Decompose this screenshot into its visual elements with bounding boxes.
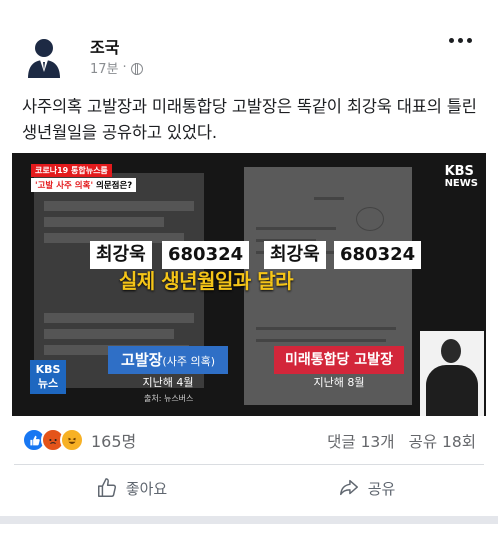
share-label: 공유 [367,479,396,498]
author-name[interactable]: 조국 [90,34,119,58]
kbs-bug-top: KBS [35,363,61,376]
sign-language-interpreter [420,331,484,416]
left-caption-main: 고발장 [121,351,163,369]
avatar[interactable] [18,32,70,84]
reaction-count: 165명 [91,432,137,451]
reaction-summary[interactable]: 165명 [22,428,136,452]
news-program-tag: 코로나19 통합뉴스룸 [31,164,112,177]
engagement-stats: 댓글 13개 공유 18회 [327,430,476,452]
left-caption-paren: (사주 의혹) [162,355,215,368]
share-arrow-icon [339,479,358,496]
like-label: 좋아요 [125,479,168,498]
share-button[interactable]: 공유 [249,468,484,508]
divider [14,464,484,465]
post-meta: 17분 · [90,58,143,77]
news-subtitle: '고발 사주 의혹' 의문점은? [31,178,137,192]
more-dot-icon [467,38,472,43]
kbs-news-logo: KBS NEWS [444,164,478,190]
more-dot-icon [449,38,454,43]
video-source: 출처: 뉴스버스 [144,394,194,403]
left-caption: 고발장(사주 의혹) [108,346,228,374]
right-birthdate-label: 680324 [334,241,422,269]
more-options-button[interactable] [449,38,472,43]
facebook-post: 조국 17분 · 사주의혹 고발장과 미래통합당 고발장은 똑같이 최강욱 대표… [0,0,498,550]
right-caption: 미래통합당 고발장 [274,346,404,374]
meta-separator: · [122,60,127,75]
video-thumbnail[interactable]: 코로나19 통합뉴스룸 '고발 사주 의혹' 의문점은? KBS NEWS 최강… [12,153,486,416]
news-subtitle-highlight: '고발 사주 의혹' [35,181,94,191]
like-button[interactable]: 좋아요 [14,468,249,508]
feed-separator [0,516,498,524]
share-count-link[interactable]: 공유 18회 [409,430,476,452]
right-caption-date: 지난해 8월 [313,376,365,389]
comment-count-link[interactable]: 댓글 13개 [327,430,394,452]
kbs-logo-bottom: NEWS [444,178,478,189]
thumbs-up-icon [97,478,116,497]
more-dot-icon [458,38,463,43]
kbs-channel-bug: KBS 뉴스 [30,360,66,394]
video-headline: 실제 생년월일과 달라 [119,269,294,293]
post-time[interactable]: 17분 [90,58,119,77]
action-bar: 좋아요 공유 [14,468,484,508]
left-caption-date: 지난해 4월 [142,376,194,389]
kbs-logo-top: KBS [444,164,474,179]
news-subtitle-rest: 의문점은? [93,181,133,191]
post-text: 사주의혹 고발장과 미래통합당 고발장은 똑같이 최강욱 대표의 틀린 생년월일… [22,97,477,142]
kbs-bug-bottom: 뉴스 [37,377,59,390]
haha-reaction-icon [60,428,84,452]
globe-icon [130,62,143,75]
